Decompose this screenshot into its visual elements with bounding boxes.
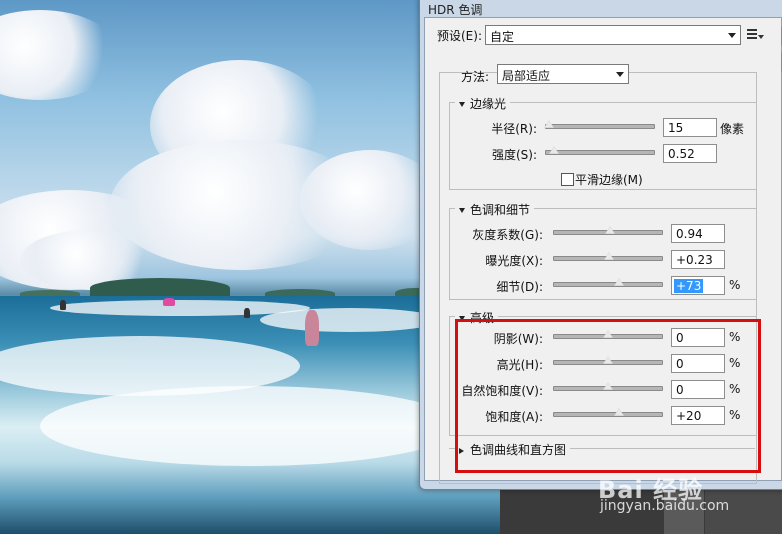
detail-unit: % bbox=[729, 278, 741, 292]
baidu-watermark-url: jingyan.baidu.com bbox=[600, 498, 730, 514]
radius-field[interactable]: 15 bbox=[663, 118, 717, 137]
exposure-field[interactable]: +0.23 bbox=[671, 250, 725, 269]
method-select[interactable]: 局部适应 bbox=[497, 64, 629, 84]
disclosure-open-icon bbox=[459, 208, 465, 213]
edge-glow-legend[interactable]: 边缘光 bbox=[455, 95, 511, 112]
detail-field[interactable]: +73 bbox=[671, 276, 725, 295]
swim-ring bbox=[163, 298, 175, 306]
gamma-label: 灰度系数(G): bbox=[472, 228, 543, 242]
wave-foam bbox=[260, 308, 440, 332]
strength-slider[interactable] bbox=[545, 146, 655, 155]
radius-label: 半径(R): bbox=[491, 122, 537, 136]
slider-thumb[interactable] bbox=[605, 226, 616, 234]
disclosure-open-icon bbox=[459, 102, 465, 107]
annotation-highlight-box bbox=[455, 319, 761, 473]
preset-select[interactable]: 自定 bbox=[485, 25, 741, 45]
dialog-title: HDR 色调 bbox=[428, 3, 483, 17]
island bbox=[90, 278, 230, 298]
chevron-down-icon bbox=[728, 33, 736, 38]
method-label: 方法: bbox=[461, 70, 490, 84]
slider-thumb[interactable] bbox=[604, 252, 615, 260]
chevron-down-icon bbox=[616, 72, 624, 77]
method-value: 局部适应 bbox=[502, 69, 551, 83]
swimmer bbox=[244, 308, 250, 318]
preset-value: 自定 bbox=[490, 30, 515, 44]
exposure-slider[interactable] bbox=[553, 252, 663, 261]
strength-label: 强度(S): bbox=[491, 148, 537, 162]
swimmer bbox=[305, 310, 319, 346]
radius-unit: 像素 bbox=[720, 122, 745, 136]
slider-thumb[interactable] bbox=[613, 278, 624, 286]
slider-thumb[interactable] bbox=[548, 146, 559, 154]
wave-foam bbox=[40, 386, 460, 466]
exposure-label: 曝光度(X): bbox=[485, 254, 543, 268]
cloud bbox=[0, 10, 120, 100]
radius-slider[interactable] bbox=[544, 120, 655, 129]
swimmer bbox=[60, 300, 66, 310]
gamma-field[interactable]: 0.94 bbox=[671, 224, 725, 243]
detail-slider[interactable] bbox=[553, 278, 663, 287]
slider-thumb[interactable] bbox=[544, 120, 555, 128]
tone-detail-legend[interactable]: 色调和细节 bbox=[455, 201, 535, 218]
preset-label: 预设(E): bbox=[437, 29, 482, 43]
strength-field[interactable]: 0.52 bbox=[663, 144, 717, 163]
smooth-edges-label[interactable]: 平滑边缘(M) bbox=[575, 171, 643, 188]
list-menu-icon[interactable] bbox=[747, 27, 764, 41]
detail-label: 细节(D): bbox=[496, 280, 543, 294]
smooth-edges-checkbox[interactable] bbox=[561, 173, 574, 186]
gamma-slider[interactable] bbox=[553, 226, 663, 235]
